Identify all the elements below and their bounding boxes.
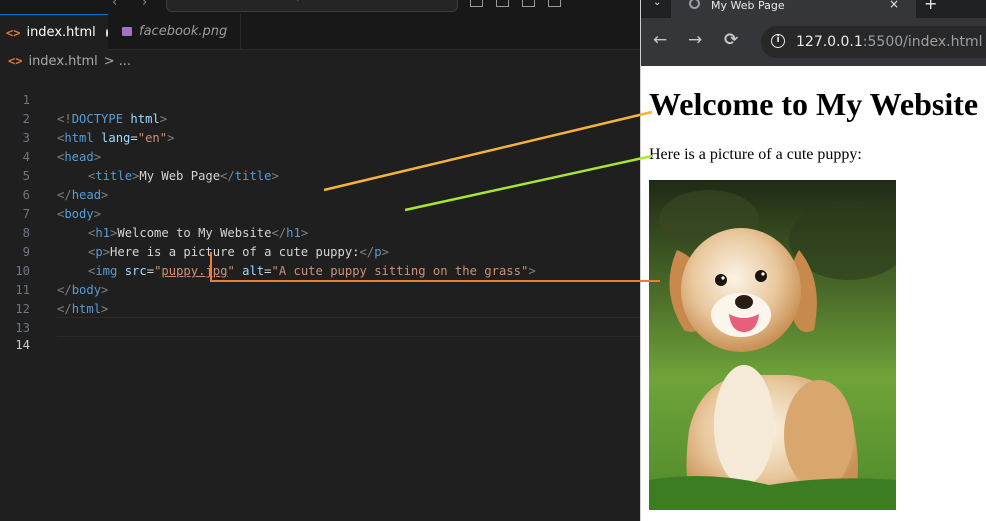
code-editor: ‹ › ⌕ <> index.html facebook.png <> inde… — [0, 0, 640, 521]
code-line: 6 <body> — [0, 167, 640, 221]
globe-icon — [689, 0, 700, 9]
image-file-icon — [122, 27, 132, 36]
close-icon[interactable]: × — [889, 0, 899, 11]
back-arrow-icon[interactable]: ← — [653, 32, 667, 49]
toggle-secondary-sidebar-icon[interactable] — [522, 0, 535, 7]
tab-search-chevron-icon[interactable]: ⌄ — [653, 0, 661, 8]
browser-tab[interactable]: My Web Page × — [671, 0, 916, 18]
tab-facebook-png[interactable]: facebook.png — [110, 14, 241, 49]
reload-icon[interactable]: ⟳ — [724, 32, 738, 49]
code-line: 14 — [0, 317, 640, 352]
breadcrumb-more[interactable]: ... — [119, 54, 131, 69]
tab-label: facebook.png — [139, 24, 228, 39]
code-line: 8 <p>Here is a picture of a cute puppy:<… — [0, 205, 640, 259]
forward-arrow-icon[interactable]: → — [688, 32, 702, 49]
browser-window: ⌄ My Web Page × + ← → ⟳ i 127.0.0.1:5500… — [641, 0, 986, 521]
url-path: :5500/index.html — [862, 34, 983, 50]
code-line: 1 <!DOCTYPE html> — [0, 72, 640, 126]
address-bar[interactable]: i 127.0.0.1:5500/index.html — [761, 26, 986, 58]
code-line: 11 </html> — [0, 262, 640, 316]
browser-toolbar: ← → ⟳ i 127.0.0.1:5500/index.html — [641, 18, 986, 66]
puppy-image — [649, 180, 896, 510]
browser-tab-strip: ⌄ My Web Page × + — [641, 0, 986, 18]
search-icon: ⌕ — [297, 0, 303, 4]
toggle-panel-icon[interactable] — [496, 0, 509, 7]
url-text: 127.0.0.1:5500/index.html — [796, 34, 983, 50]
tab-label: index.html — [26, 25, 96, 40]
page-paragraph: Here is a picture of a cute puppy: — [649, 146, 862, 163]
line-number: 14 — [15, 338, 30, 352]
html-file-icon: <> — [8, 54, 23, 68]
back-arrow-icon[interactable]: ‹ — [112, 0, 117, 10]
rendered-page: Welcome to My Website Here is a picture … — [641, 66, 986, 521]
breadcrumb: <> index.html > ... — [0, 50, 131, 72]
url-host: 127.0.0.1 — [796, 34, 863, 50]
code-line: 10 </body> — [0, 243, 640, 297]
browser-tab-title: My Web Page — [711, 0, 785, 12]
code-line: 5 </head> — [0, 148, 640, 202]
code-line: 4 <title>My Web Page</title> — [0, 129, 640, 183]
puppy-illustration — [649, 180, 896, 510]
breadcrumb-file[interactable]: index.html — [28, 54, 97, 69]
toggle-sidebar-icon[interactable] — [470, 0, 483, 7]
code-line: 2 <html lang="en"> — [0, 91, 640, 145]
command-center[interactable]: ⌕ — [166, 0, 458, 12]
editor-tabs: <> index.html facebook.png — [0, 14, 640, 50]
info-icon[interactable]: i — [771, 34, 785, 48]
editor-title-bar: ‹ › ⌕ — [0, 0, 640, 14]
new-tab-button[interactable]: + — [924, 0, 937, 13]
code-line: 3 <head> — [0, 110, 640, 164]
forward-arrow-icon[interactable]: › — [142, 0, 147, 10]
customize-layout-icon[interactable] — [548, 0, 561, 7]
code-line: 12 — [0, 281, 640, 316]
breadcrumb-separator: > — [103, 53, 115, 69]
code-line: 9 <img src="puppy.jpg" alt="A cute puppy… — [0, 224, 640, 278]
unsaved-dot-icon[interactable] — [105, 28, 108, 37]
page-heading: Welcome to My Website — [649, 86, 979, 122]
tab-index-html[interactable]: <> index.html — [0, 14, 108, 50]
code-line: 7 <h1>Welcome to My Website</h1> — [0, 186, 640, 240]
html-file-icon: <> — [6, 25, 21, 40]
